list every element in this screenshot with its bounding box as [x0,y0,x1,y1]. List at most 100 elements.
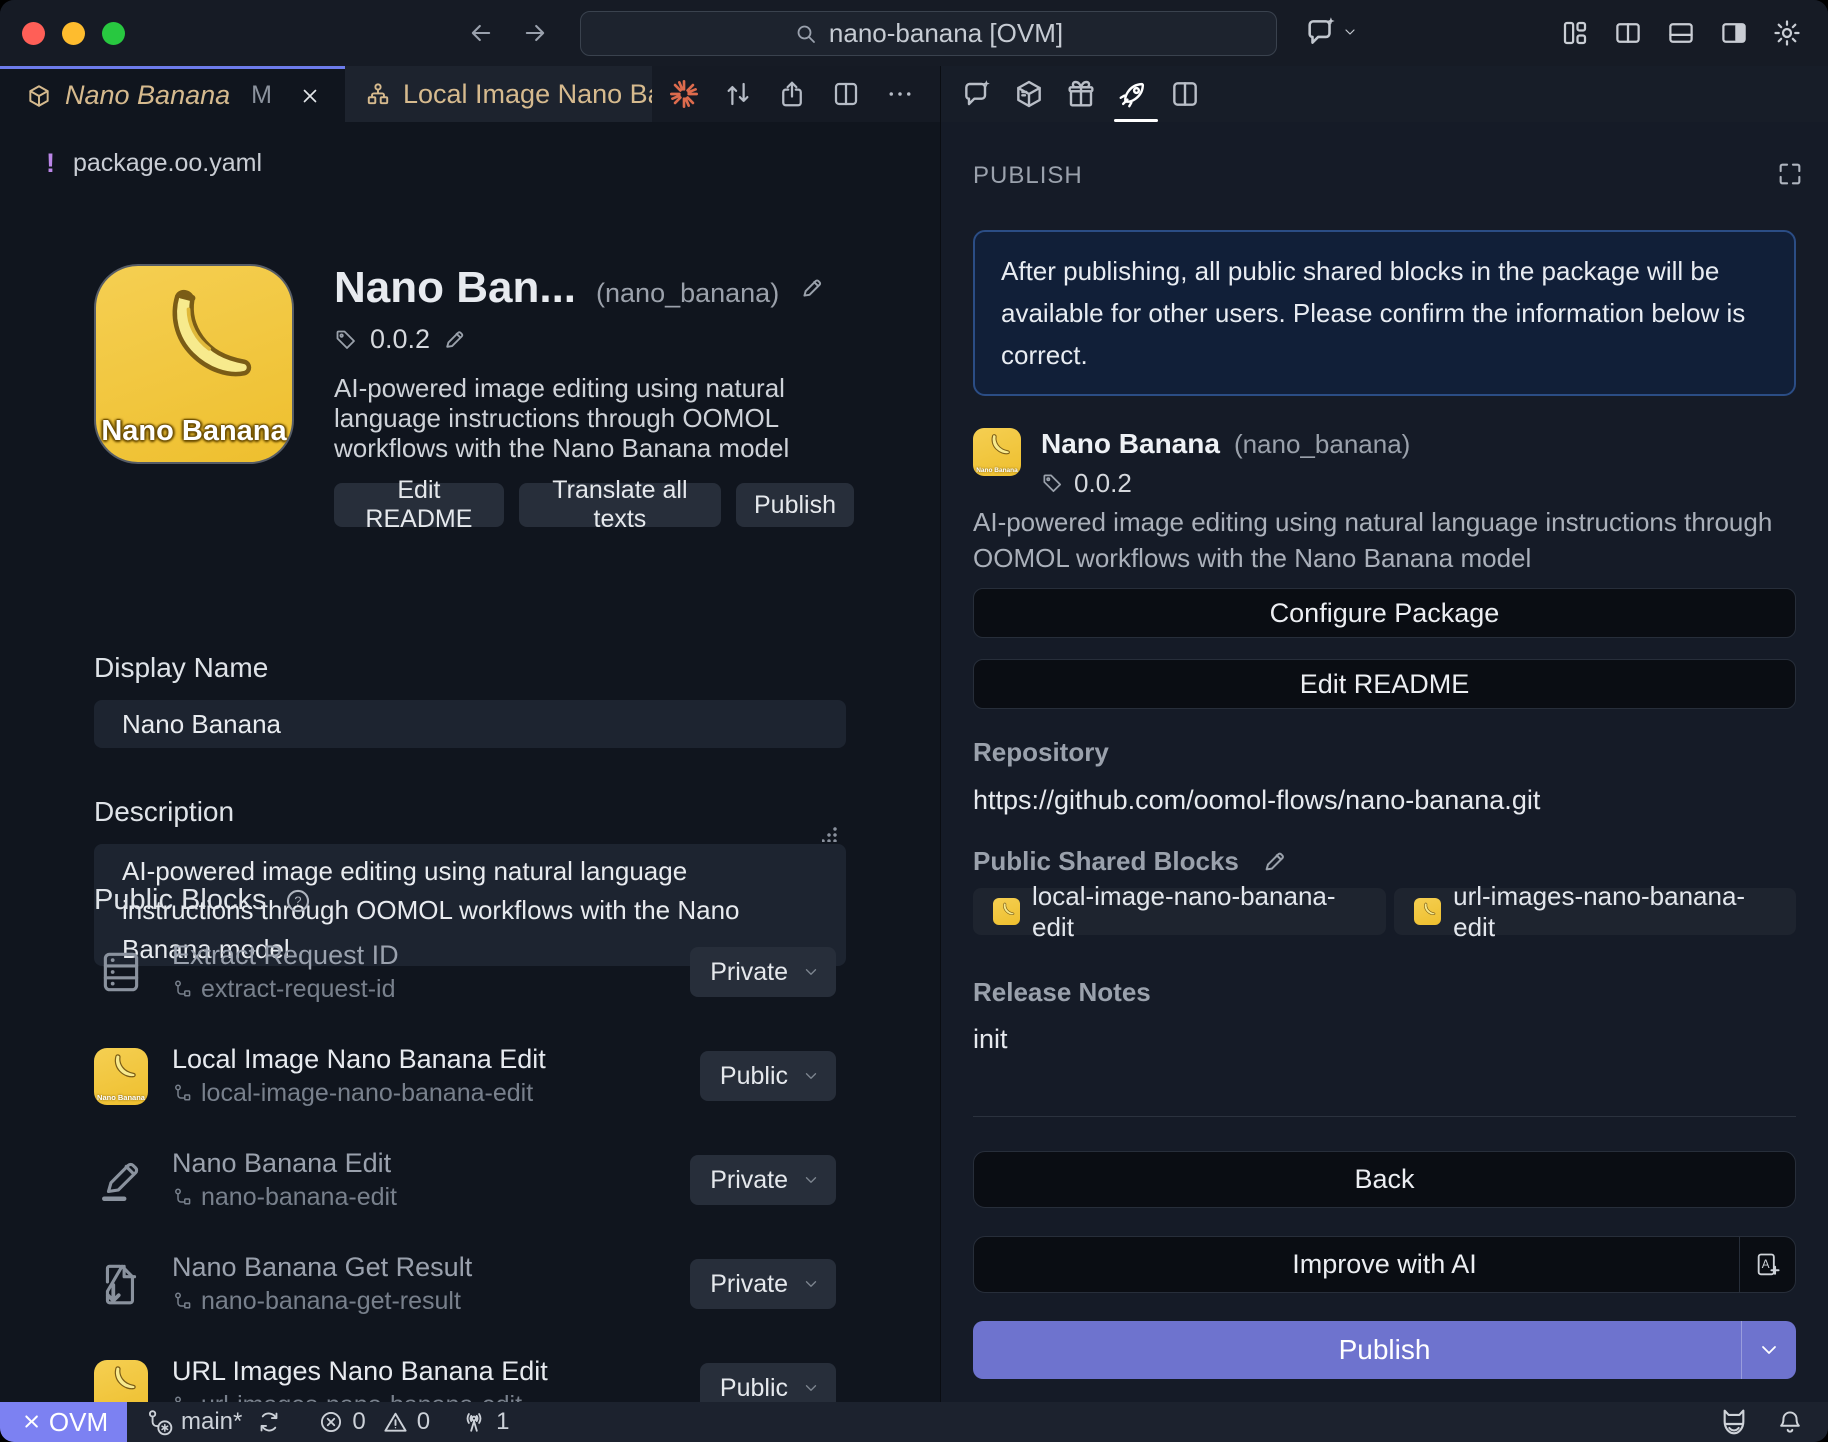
back-button[interactable]: Back [973,1151,1796,1208]
breadcrumb[interactable]: ! package.oo.yaml [46,148,262,179]
flow-node-icon [172,1083,192,1103]
titlebar: nano-banana [OVM] [0,0,1828,66]
block-slug: extract-request-id [201,973,396,1005]
mascot-icon[interactable] [1718,1406,1750,1438]
edit-readme-button[interactable]: Edit README [973,659,1796,709]
split-panel-icon[interactable] [1169,76,1201,112]
remote-env-badge[interactable]: OVM [0,1402,127,1442]
nano-banana-icon: Nano Banana [973,428,1021,476]
warning-icon [382,1409,409,1436]
edit-version-icon[interactable] [442,327,467,352]
edit-readme-button[interactable]: Edit README [334,483,504,527]
git-branch-item[interactable]: main* [145,1408,242,1436]
search-input[interactable]: nano-banana [OVM] [580,11,1277,56]
forward-arrow-icon[interactable] [520,16,550,50]
ai-chat-icon[interactable] [1304,15,1338,49]
publish-options-chevron[interactable] [1741,1321,1796,1379]
minimize-window-button[interactable] [62,22,85,45]
package-panel-icon[interactable] [1013,76,1045,112]
display-name-input[interactable] [94,700,846,748]
visibility-dropdown[interactable]: Private [690,947,836,997]
warnings-item[interactable]: 0 [382,1408,430,1436]
visibility-dropdown[interactable]: Public [700,1051,836,1101]
antenna-icon [460,1408,488,1436]
block-row-local-image-nano-banana-edit: Nano Banana Local Image Nano Banana Edit… [94,1044,836,1108]
block-slug: nano-banana-edit [201,1181,397,1213]
chevron-down-icon[interactable] [1342,24,1358,40]
bottom-panel-icon[interactable] [1666,17,1696,49]
layout-grid-icon[interactable] [1560,17,1590,49]
improve-ai-icon[interactable]: A [1739,1237,1795,1292]
back-arrow-icon[interactable] [466,16,496,50]
bell-icon[interactable] [1776,1408,1804,1436]
icon-label: Nano Banana [96,415,292,448]
edit-title-icon[interactable] [799,275,825,301]
visibility-dropdown[interactable]: Public [700,1363,836,1402]
ports-item[interactable]: 1 [460,1408,509,1436]
pencil-icon [94,1150,148,1210]
branch-name: main* [181,1408,242,1436]
package-icon-image[interactable]: Nano Banana [94,264,294,464]
publish-label: Publish [1339,1334,1431,1366]
sync-icon[interactable] [256,1409,282,1435]
ai-chat-panel-icon[interactable] [961,76,993,112]
display-name-label: Display Name [94,652,268,684]
close-window-button[interactable] [22,22,45,45]
errors-item[interactable]: 0 [318,1408,365,1436]
configure-package-button[interactable]: Configure Package [973,588,1796,638]
visibility-dropdown[interactable]: Private [690,1155,836,1205]
resize-grip[interactable] [822,826,838,842]
nano-banana-icon: Nano Banana [94,1048,148,1105]
file-download-icon [94,1254,148,1314]
translate-all-button[interactable]: Translate all texts [519,483,721,527]
compare-changes-icon[interactable] [722,76,754,112]
more-actions-icon[interactable] [884,76,916,112]
tab-bar: Nano Banana M Local Image Nano Bana [0,66,1828,122]
visibility-value: Private [710,1270,788,1299]
svg-text:?: ? [295,893,302,908]
gift-icon[interactable] [1065,76,1097,112]
package-editor-panel: ! package.oo.yaml Nano Banana Nano Ban..… [0,122,940,1402]
block-title: URL Images Nano Banana Edit [172,1355,548,1387]
edit-shared-blocks-icon[interactable] [1261,848,1288,875]
block-title: Local Image Nano Banana Edit [172,1043,546,1075]
improve-with-ai-button[interactable]: Improve with AI A [973,1236,1796,1293]
maximize-window-button[interactable] [102,22,125,45]
release-notes-value: init [973,1024,1796,1055]
publish-button[interactable]: Publish [973,1321,1796,1379]
help-icon[interactable]: ? [284,887,312,915]
remote-icon [19,1411,41,1433]
split-editor-icon[interactable] [830,76,862,112]
warnings-count: 0 [417,1408,430,1436]
window-controls [22,22,125,45]
publish-button-small[interactable]: Publish [736,483,854,527]
error-icon [318,1409,344,1435]
ports-count: 1 [496,1408,509,1436]
expand-icon[interactable] [1776,160,1804,188]
ai-starburst-icon[interactable] [668,76,700,112]
block-title: Nano Banana Edit [172,1147,397,1179]
split-vertical-icon[interactable] [1613,17,1643,49]
nano-banana-icon [1414,898,1441,925]
tab-nano-banana[interactable]: Nano Banana M [0,66,345,122]
gear-icon[interactable] [1772,17,1802,49]
modified-badge: M [251,81,272,110]
chevron-down-icon [802,1275,820,1293]
visibility-dropdown[interactable]: Private [690,1259,836,1309]
release-notes-label: Release Notes [973,977,1796,1008]
tab-local-image-nano-banana[interactable]: Local Image Nano Bana [345,66,652,122]
package-description: AI-powered image editing using natural l… [973,504,1796,576]
search-icon [794,22,818,46]
nano-banana-icon: Nano Banana [94,1360,148,1403]
close-tab-icon[interactable] [297,83,323,109]
right-panel-icon[interactable] [1719,17,1749,49]
breadcrumb-file: package.oo.yaml [73,149,262,178]
version-value: 0.0.2 [1074,468,1132,499]
block-title: Nano Banana Get Result [172,1251,472,1283]
shared-block-chip: url-images-nano-banana-edit [1394,888,1796,935]
block-title: Extract Request ID [172,939,399,971]
publish-rocket-icon[interactable] [1117,76,1149,112]
publish-notice: After publishing, all public shared bloc… [973,230,1796,396]
side-panel-tabs [940,66,1828,122]
share-export-icon[interactable] [776,76,808,112]
